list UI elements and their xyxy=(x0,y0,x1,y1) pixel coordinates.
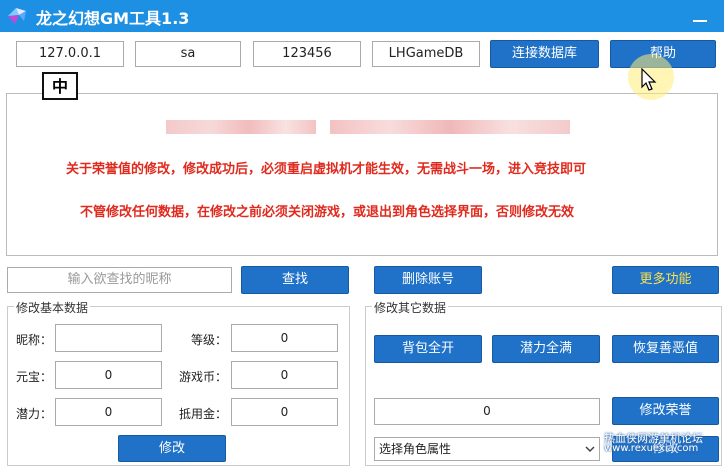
nickname-field[interactable] xyxy=(55,324,162,352)
nickname-search-input[interactable]: 输入欲查找的昵称 xyxy=(7,267,232,293)
ime-indicator: 中 xyxy=(42,72,78,100)
blurred-text xyxy=(330,120,570,134)
notice-line-warning: 不管修改任何数据，在修改之前必须关闭游戏，或退出到角色选择界面，否则修改无效 xyxy=(80,205,575,220)
database-input[interactable]: LHGameDB xyxy=(372,41,480,67)
find-button[interactable]: 查找 xyxy=(241,266,349,294)
basic-data-title: 修改基本数据 xyxy=(14,299,91,316)
blurred-text xyxy=(166,120,316,134)
yuanbao-label: 元宝： xyxy=(16,370,53,384)
minimize-button[interactable] xyxy=(688,6,714,28)
yuanbao-field[interactable]: 0 xyxy=(55,361,162,389)
nickname-label: 昵称： xyxy=(16,333,53,347)
connect-db-button[interactable]: 连接数据库 xyxy=(490,40,599,68)
role-attribute-select[interactable]: 选择角色属性 xyxy=(374,437,600,461)
modify-basic-button[interactable]: 修改 xyxy=(118,435,226,462)
site-watermark: 热血侠网游单机论坛 www.rexuexia.com xyxy=(604,430,722,460)
mouse-pointer-icon xyxy=(641,68,657,91)
honor-field[interactable]: 0 xyxy=(374,398,600,425)
gamecoin-field[interactable]: 0 xyxy=(231,361,338,389)
watermark-line-2: www.rexuexia.com xyxy=(604,443,699,454)
app-logo-icon xyxy=(8,8,26,24)
notice-line-honor: 关于荣誉值的修改，修改成功后，必须重启虚拟机才能生效，无需战斗一场，进入竞技即可 xyxy=(66,162,587,177)
potential-full-button[interactable]: 潜力全满 xyxy=(492,335,600,363)
restore-karma-button[interactable]: 恢复善恶值 xyxy=(612,335,719,363)
password-input[interactable]: 123456 xyxy=(253,41,361,67)
delete-account-button[interactable]: 删除账号 xyxy=(374,266,482,294)
modify-honor-button[interactable]: 修改荣誉 xyxy=(612,397,719,425)
gamecoin-label: 游戏币： xyxy=(179,370,228,384)
potential-label: 潜力： xyxy=(16,407,53,421)
voucher-label: 抵用金： xyxy=(179,407,228,421)
level-label: 等级： xyxy=(191,333,228,347)
window-title: 龙之幻想GM工具1.3 xyxy=(36,9,190,28)
host-input[interactable]: 127.0.0.1 xyxy=(16,41,124,67)
other-data-title: 修改其它数据 xyxy=(372,299,449,316)
title-bar: 龙之幻想GM工具1.3 xyxy=(0,0,724,32)
role-attribute-select-value: 选择角色属性 xyxy=(379,442,452,456)
chevron-down-icon xyxy=(585,446,595,453)
bag-full-button[interactable]: 背包全开 xyxy=(374,335,482,363)
level-field[interactable]: 0 xyxy=(231,324,338,352)
more-functions-button[interactable]: 更多功能 xyxy=(612,266,719,294)
user-input[interactable]: sa xyxy=(135,41,241,67)
voucher-field[interactable]: 0 xyxy=(231,398,338,426)
potential-field[interactable]: 0 xyxy=(55,398,162,426)
